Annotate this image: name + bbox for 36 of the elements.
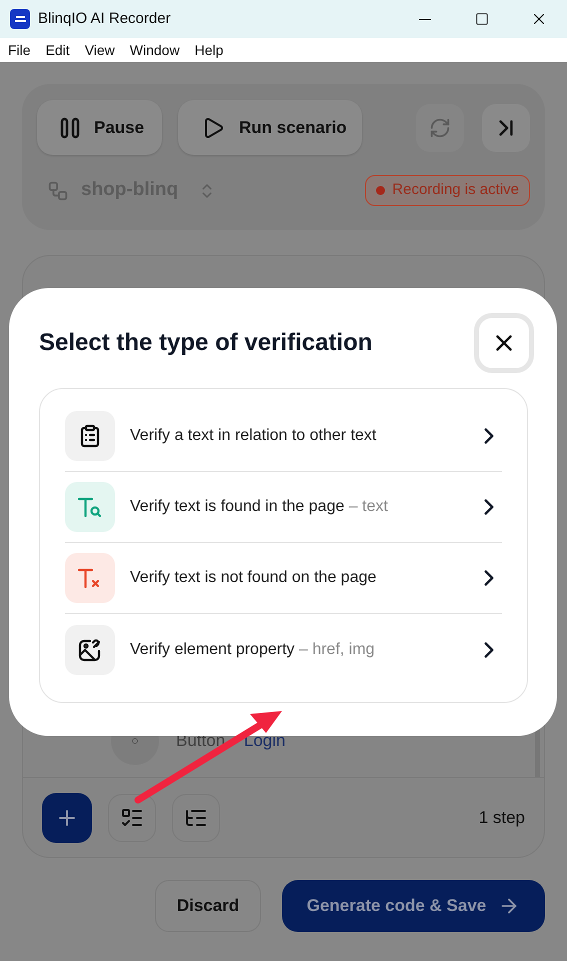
verification-option[interactable]: Verify text is found in the page – text: [65, 472, 502, 543]
verification-option[interactable]: Verify text is not found on the page: [65, 543, 502, 614]
dialog-title: Select the type of verification: [39, 328, 372, 358]
discard-button[interactable]: Discard: [155, 880, 261, 932]
skip-to-end-button[interactable]: [482, 104, 530, 152]
menu-item[interactable]: Edit: [46, 40, 70, 60]
maximize-icon: [474, 12, 488, 26]
app-logo-icon: [10, 9, 30, 29]
verification-option[interactable]: Verify element property – href, img: [65, 614, 502, 685]
generate-save-button[interactable]: Generate code & Save: [282, 880, 545, 932]
step-count: 1 step: [478, 806, 525, 829]
workflow-icon: [47, 180, 69, 202]
run-button[interactable]: Run scenario: [178, 100, 362, 155]
minimize-icon: [418, 18, 430, 20]
menu-item[interactable]: File: [8, 40, 31, 60]
pause-button[interactable]: Pause: [37, 100, 162, 155]
steps-tree-button[interactable]: [172, 794, 220, 842]
option-label: Verify a text in relation to other text: [130, 426, 376, 446]
image-link-icon: [65, 624, 115, 674]
checklist-icon: [65, 411, 115, 461]
refresh-icon: [429, 116, 451, 138]
option-label: Verify text is found in the page – text: [130, 497, 388, 517]
verification-option[interactable]: Verify a text in relation to other text: [65, 401, 502, 472]
window-title: BlinqIO AI Recorder: [38, 8, 171, 29]
pause-icon: [60, 116, 80, 138]
menu-item[interactable]: Window: [130, 40, 180, 60]
menu-item[interactable]: Help: [194, 40, 224, 60]
add-step-button[interactable]: [42, 792, 92, 842]
option-label: Verify text is not found on the page: [130, 568, 376, 588]
recording-status-badge: Recording is active: [365, 175, 530, 206]
text-search-icon: [65, 482, 115, 532]
menu-item[interactable]: View: [84, 40, 115, 60]
text-remove-icon: [65, 553, 115, 603]
close-dialog-button[interactable]: [474, 313, 534, 373]
option-label: Verify element property – href, img: [130, 640, 375, 660]
verification-button[interactable]: [108, 794, 156, 842]
